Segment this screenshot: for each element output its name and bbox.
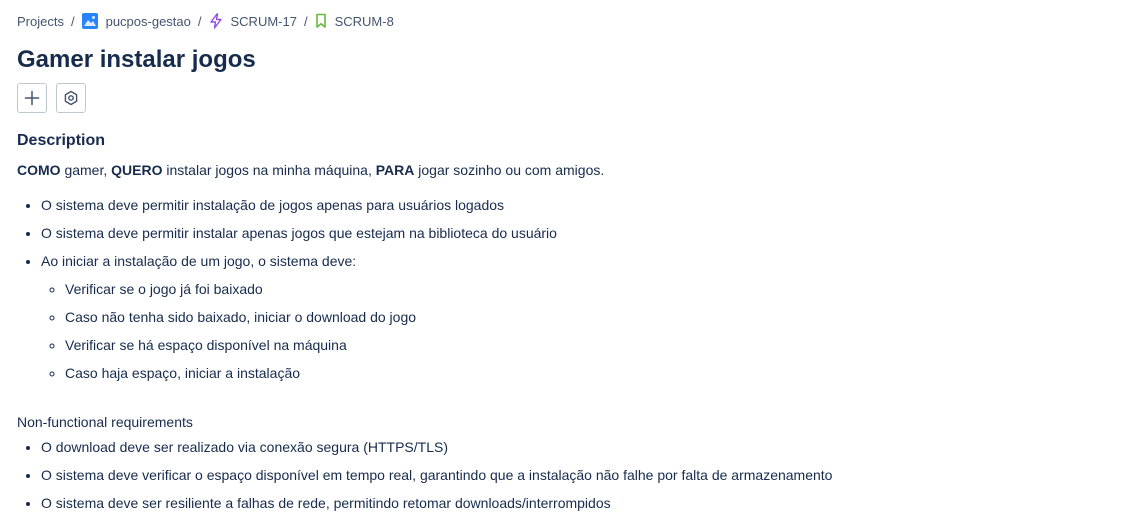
- nfr-item: O sistema deve ser resiliente a falhas d…: [41, 493, 832, 521]
- breadcrumb-projects-label: Projects: [17, 13, 64, 29]
- breadcrumb: Projects / pucpos-gestao / SCRUM-17 / SC…: [17, 12, 394, 30]
- user-story[interactable]: COMO gamer, QUERO instalar jogos na minh…: [17, 160, 604, 180]
- breadcrumb-epic[interactable]: SCRUM-17: [209, 13, 297, 29]
- story-bookmark-icon: [315, 13, 326, 28]
- requirement-item: O sistema deve permitir instalação de jo…: [41, 195, 557, 223]
- hexagon-gear-icon: [64, 90, 78, 106]
- story-text: jogar sozinho ou com amigos.: [414, 162, 605, 178]
- story-text: gamer,: [60, 162, 112, 178]
- breadcrumb-story[interactable]: SCRUM-8: [315, 13, 394, 29]
- requirement-text: Ao iniciar a instalação de um jogo, o si…: [41, 253, 357, 269]
- issue-title[interactable]: Gamer instalar jogos: [17, 44, 256, 76]
- apps-button[interactable]: [56, 83, 86, 113]
- story-keyword: PARA: [375, 162, 415, 178]
- install-step-item: Caso não tenha sido baixado, iniciar o d…: [65, 307, 557, 335]
- description-heading: Description: [17, 132, 106, 149]
- epic-lightning-icon: [209, 13, 222, 29]
- breadcrumb-separator: /: [303, 13, 308, 29]
- install-step-item: Verificar se o jogo já foi baixado: [65, 279, 557, 307]
- breadcrumb-separator: /: [197, 13, 202, 29]
- breadcrumb-epic-label: SCRUM-17: [230, 13, 297, 29]
- story-text: instalar jogos na minha máquina,: [162, 162, 376, 178]
- requirements-list: O sistema deve permitir instalação de jo…: [41, 195, 557, 381]
- issue-view: Projects / pucpos-gestao / SCRUM-17 / SC…: [0, 0, 1146, 523]
- install-step-item: Verificar se há espaço disponível na máq…: [65, 335, 557, 363]
- breadcrumb-separator: /: [70, 13, 75, 29]
- plus-icon: [24, 90, 40, 106]
- requirement-item: Ao iniciar a instalação de um jogo, o si…: [41, 251, 557, 381]
- nfr-item: O download deve ser realizado via conexã…: [41, 437, 832, 465]
- nfr-item: O sistema deve verificar o espaço dispon…: [41, 465, 832, 493]
- nfr-list: O download deve ser realizado via conexã…: [41, 437, 832, 521]
- breadcrumb-project[interactable]: pucpos-gestao: [81, 13, 191, 29]
- breadcrumb-project-label: pucpos-gestao: [105, 13, 191, 29]
- project-avatar-icon: [81, 13, 98, 29]
- issue-actions: [17, 83, 86, 113]
- story-keyword: QUERO: [111, 162, 163, 178]
- breadcrumb-story-label: SCRUM-8: [334, 13, 394, 29]
- nfr-heading: Non-functional requirements: [17, 414, 193, 430]
- requirement-item: O sistema deve permitir instalar apenas …: [41, 223, 557, 251]
- breadcrumb-projects[interactable]: Projects: [17, 14, 64, 29]
- story-keyword: COMO: [17, 162, 61, 178]
- add-button[interactable]: [17, 83, 47, 113]
- install-steps-list: Verificar se o jogo já foi baixado Caso …: [41, 279, 557, 391]
- install-step-item: Caso haja espaço, iniciar a instalação: [65, 363, 557, 391]
